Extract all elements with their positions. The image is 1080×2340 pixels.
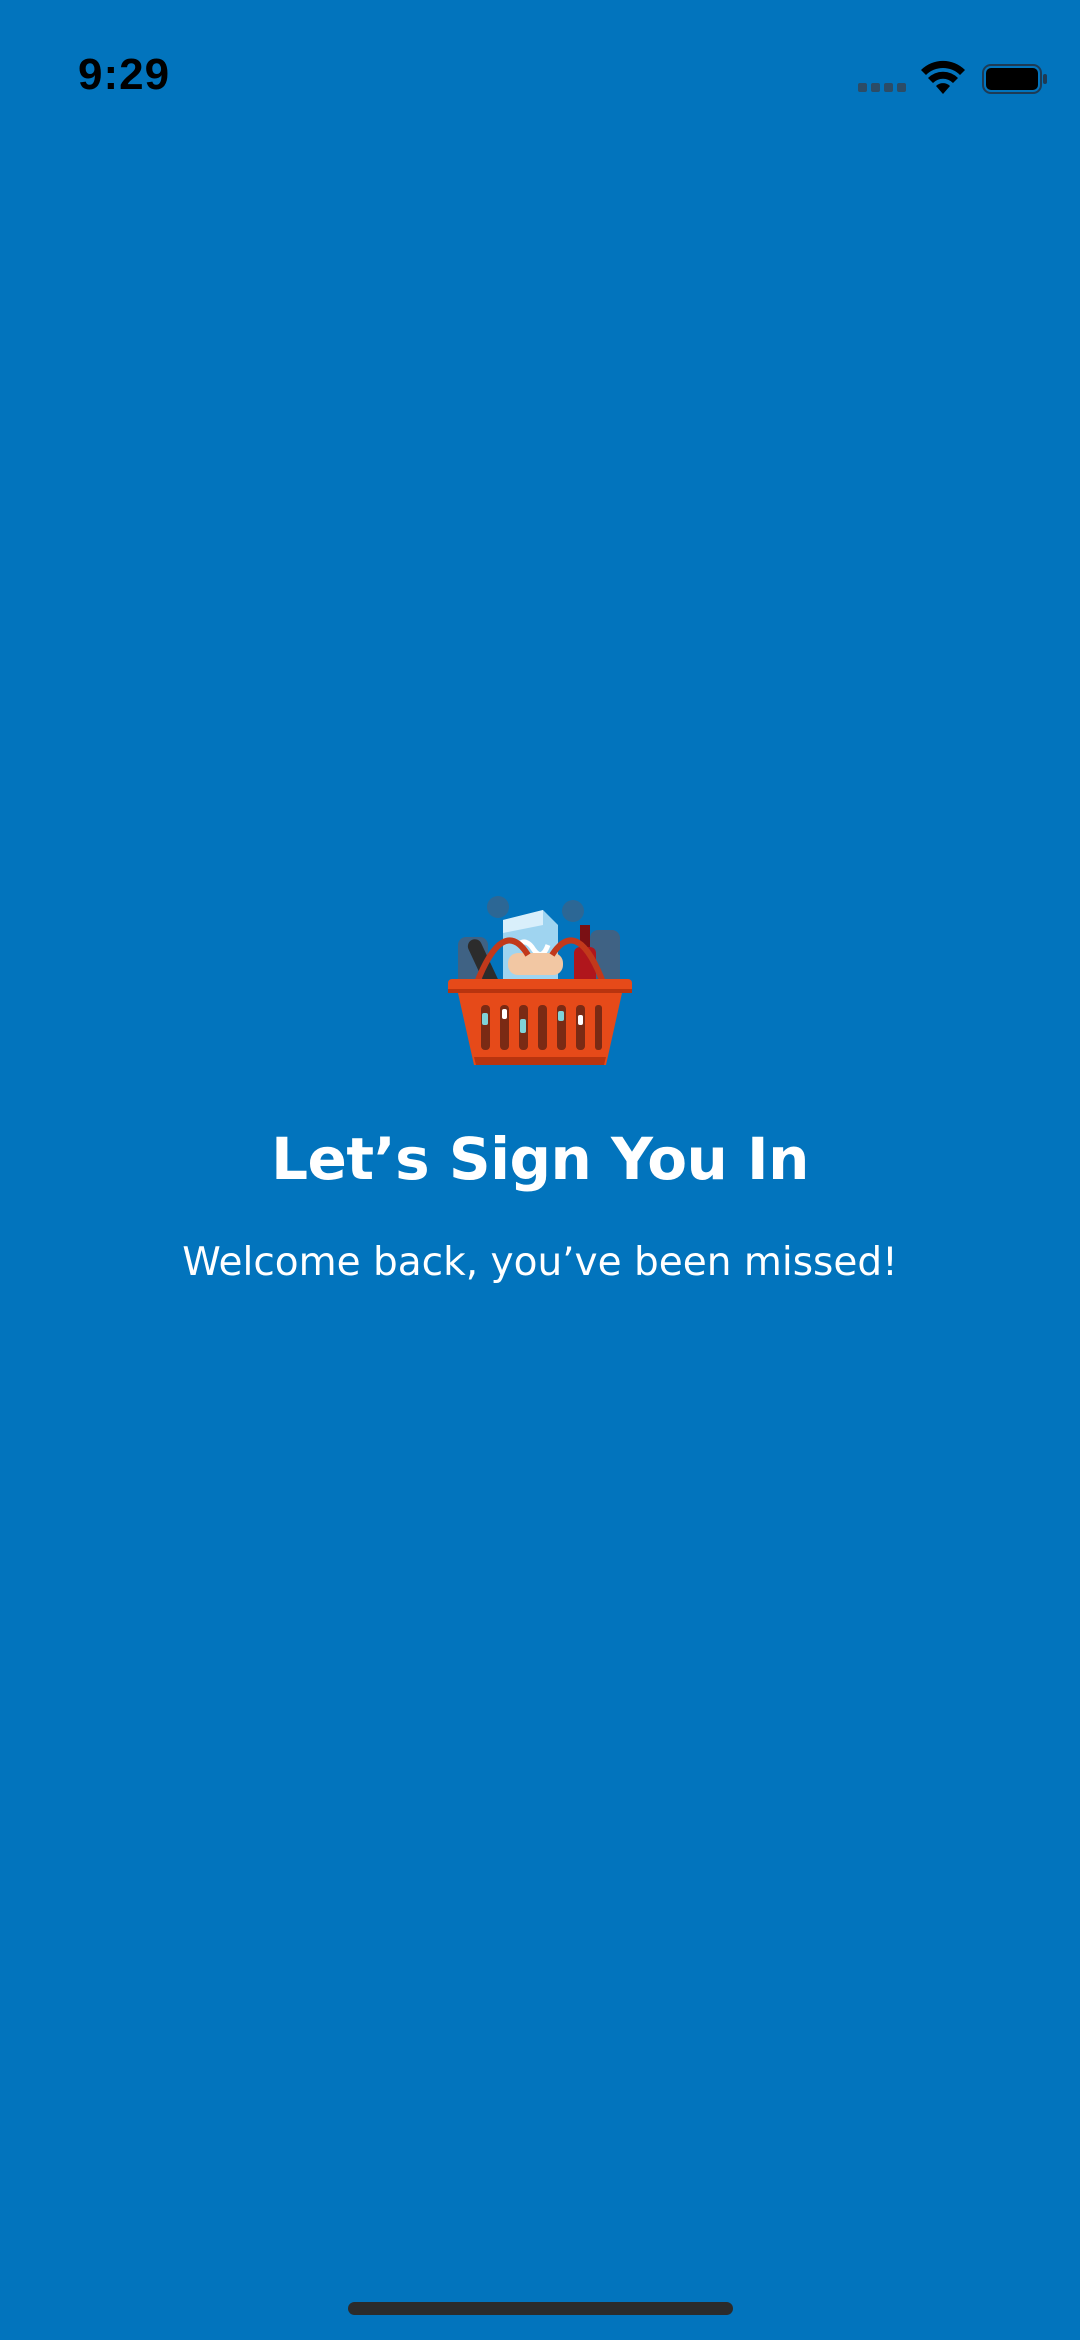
status-bar: 9:29 bbox=[0, 0, 1080, 150]
status-time: 9:29 bbox=[78, 50, 171, 99]
home-indicator[interactable] bbox=[348, 2302, 733, 2315]
wifi-icon bbox=[921, 60, 965, 94]
cellular-signal-icon bbox=[858, 83, 908, 93]
shopping-basket-icon bbox=[448, 896, 632, 1065]
page-subtitle: Welcome back, you’ve been missed! bbox=[182, 1240, 898, 1285]
battery-icon bbox=[982, 64, 1047, 94]
page-title: Let’s Sign You In bbox=[271, 1125, 809, 1193]
